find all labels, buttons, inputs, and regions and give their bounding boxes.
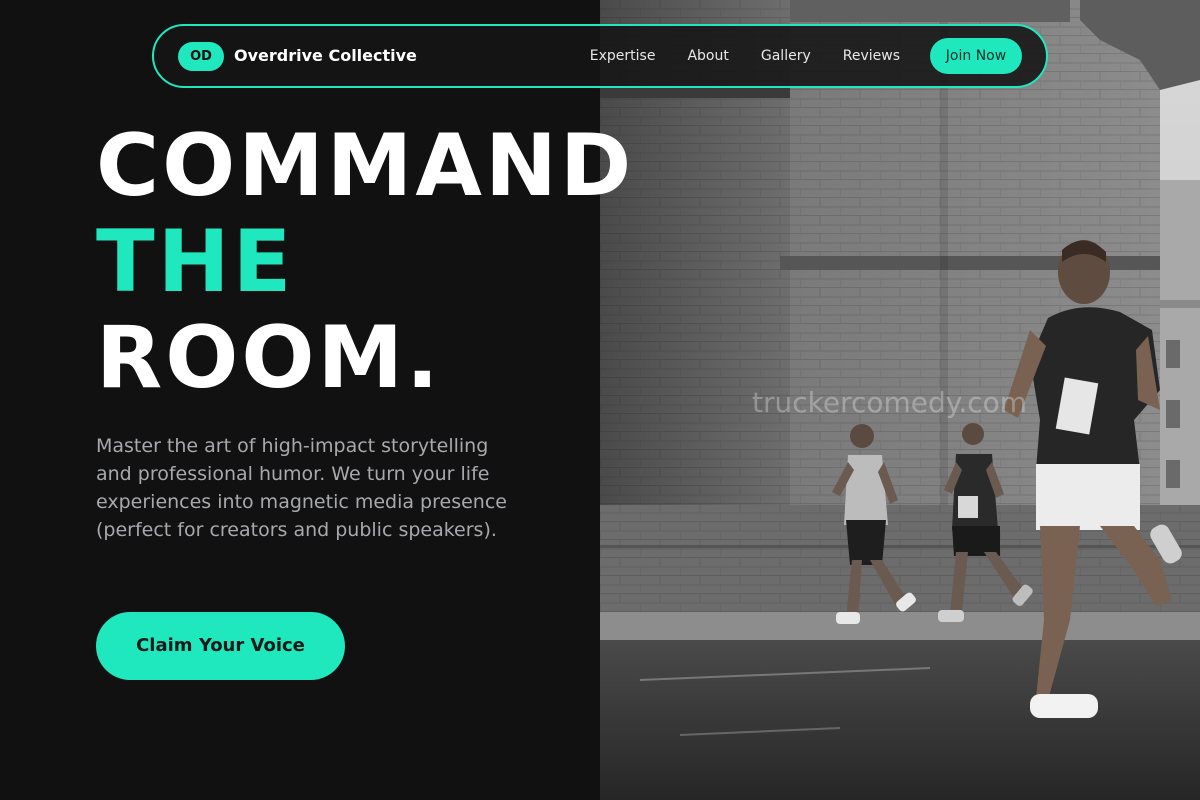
nav-link-reviews[interactable]: Reviews: [843, 45, 900, 67]
headline-line-2: THE: [96, 212, 295, 312]
logo-badge[interactable]: OD: [178, 42, 224, 71]
headline-line-3: ROOM.: [96, 308, 442, 408]
nav-link-about[interactable]: About: [687, 45, 728, 67]
headline-line-1: COMMAND: [96, 116, 635, 216]
nav-link-expertise[interactable]: Expertise: [590, 45, 656, 67]
nav-link-gallery[interactable]: Gallery: [761, 45, 811, 67]
image-watermark: truckercomedy.com: [752, 386, 1028, 419]
join-now-button[interactable]: Join Now: [930, 38, 1022, 74]
hero-headline: COMMAND THE ROOM.: [96, 118, 634, 406]
brand-name[interactable]: Overdrive Collective: [234, 45, 417, 67]
claim-your-voice-button[interactable]: Claim Your Voice: [96, 612, 345, 680]
navbar: OD Overdrive Collective Expertise About …: [152, 24, 1048, 88]
hero-description: Master the art of high-impact storytelli…: [96, 435, 507, 541]
nav-links: Expertise About Gallery Reviews: [590, 45, 900, 67]
landing-page: truckercomedy.com OD Overdrive Collectiv…: [0, 0, 1200, 800]
